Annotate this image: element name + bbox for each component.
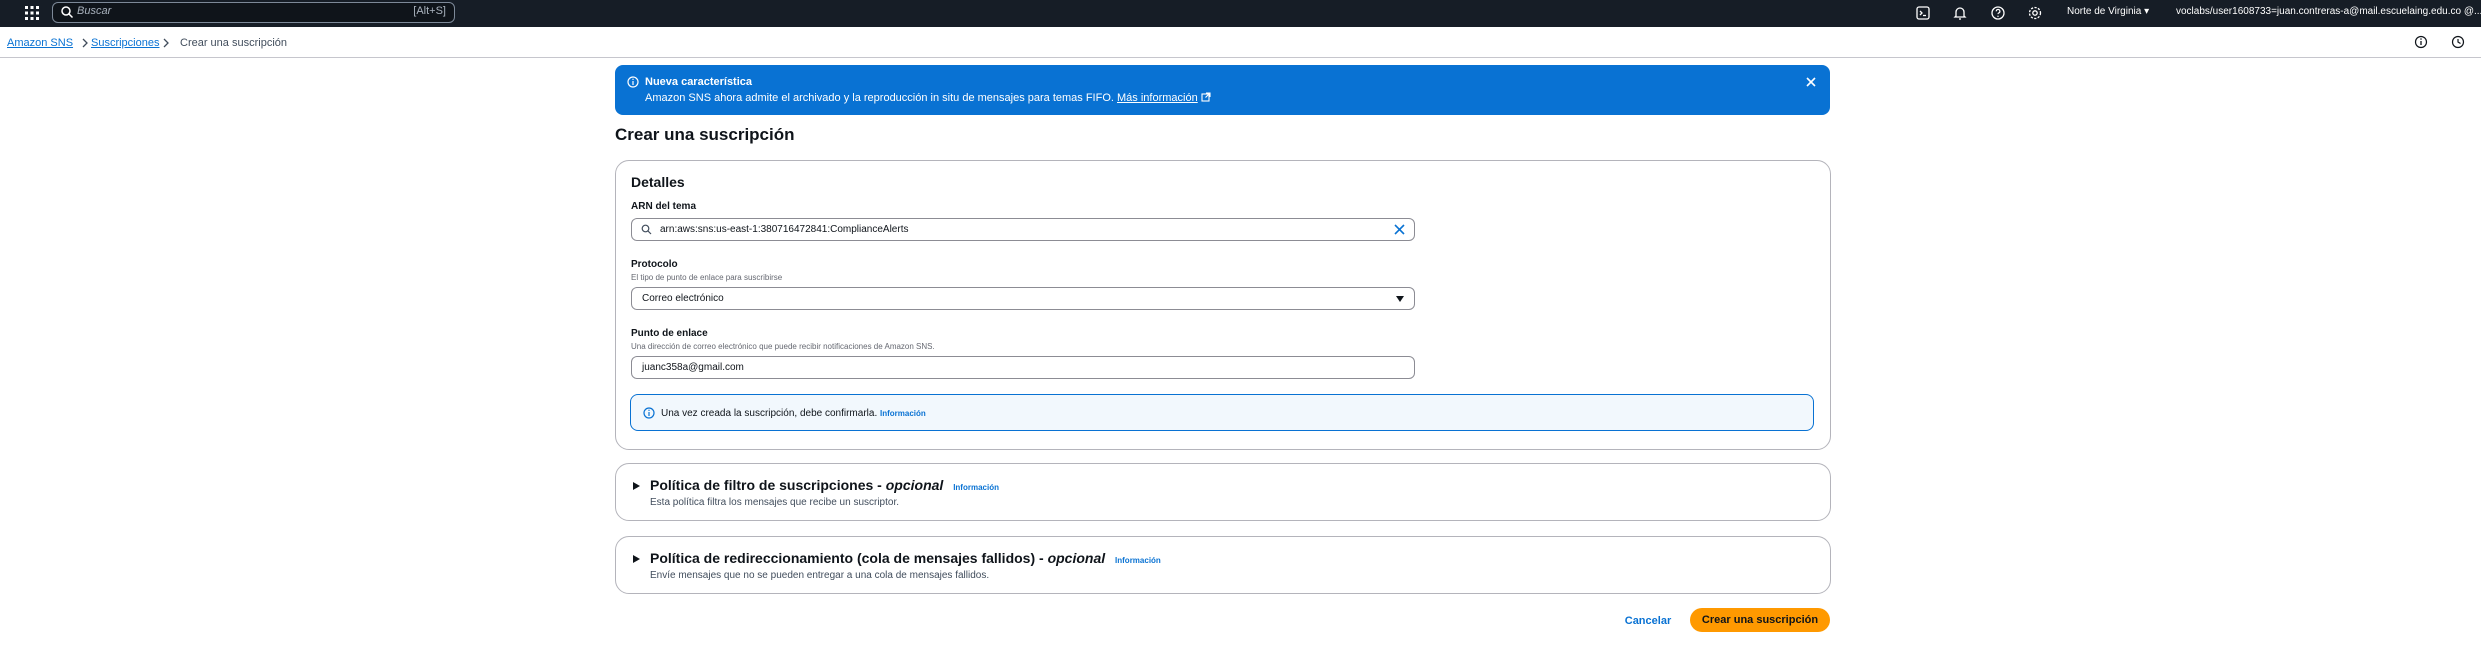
redrive-policy-optional: opcional: [1047, 550, 1106, 566]
redrive-policy-title: Política de redireccionamiento (cola de …: [650, 550, 1161, 566]
search-placeholder: Buscar: [77, 5, 112, 17]
filter-policy-info-link[interactable]: Información: [953, 483, 999, 492]
help-icon[interactable]: [1989, 4, 2007, 22]
breadcrumb-amazon-sns[interactable]: Amazon SNS: [7, 37, 73, 49]
protocol-selected-value: Correo electrónico: [642, 293, 724, 304]
global-search-input[interactable]: Buscar [Alt+S]: [52, 2, 455, 23]
topic-arn-value: arn:aws:sns:us-east-1:380716472841:Compl…: [660, 224, 909, 235]
filter-policy-title: Política de filtro de suscripciones - op…: [650, 477, 999, 493]
redrive-policy-description: Envíe mensajes que no se pueden entregar…: [650, 570, 990, 581]
filter-policy-description: Esta política filtra los mensajes que re…: [650, 497, 900, 508]
flash-more-info-link[interactable]: Más información: [1117, 92, 1198, 104]
breadcrumb-suscripciones[interactable]: Suscripciones: [91, 37, 159, 49]
cancel-button[interactable]: Cancelar: [1620, 610, 1676, 632]
app-grid-icon[interactable]: [24, 5, 40, 21]
confirmation-note: Una vez creada la suscripción, debe conf…: [661, 408, 926, 419]
cloudshell-icon[interactable]: [1914, 4, 1932, 22]
search-icon: [61, 6, 74, 19]
recent-history-icon[interactable]: [2451, 35, 2465, 49]
info-panel-icon[interactable]: [2414, 35, 2428, 49]
endpoint-value: juanc358a@gmail.com: [642, 362, 744, 373]
clear-icon[interactable]: [1394, 224, 1405, 235]
redrive-policy-info-link[interactable]: Información: [1115, 556, 1161, 565]
search-icon: [641, 224, 652, 235]
flash-title: Nueva característica: [645, 76, 753, 88]
info-icon: [643, 407, 655, 419]
chevron-right-icon: [82, 38, 88, 48]
confirmation-info-alert: Una vez creada la suscripción, debe conf…: [630, 394, 1814, 431]
caret-right-icon[interactable]: [632, 481, 641, 491]
flash-message: Amazon SNS ahora admite el archivado y l…: [645, 92, 1211, 104]
account-menu[interactable]: voclabs/user1608733=juan.contreras-a@mai…: [2176, 6, 2481, 17]
settings-gear-icon[interactable]: [2026, 4, 2044, 22]
endpoint-input[interactable]: juanc358a@gmail.com: [631, 356, 1415, 379]
redrive-policy-title-text: Política de redireccionamiento (cola de …: [650, 550, 1048, 566]
info-icon: [627, 76, 639, 88]
topic-arn-field[interactable]: arn:aws:sns:us-east-1:380716472841:Compl…: [631, 218, 1415, 241]
confirmation-note-text: Una vez creada la suscripción, debe conf…: [661, 408, 878, 419]
details-title: Detalles: [631, 174, 685, 190]
filter-policy-optional: opcional: [885, 477, 944, 493]
top-navigation-bar: Buscar [Alt+S] Norte de Virginia ▾ vocla…: [0, 0, 2481, 27]
protocol-label: Protocolo: [631, 259, 678, 270]
close-icon[interactable]: [1805, 76, 1817, 88]
new-feature-flashbar: Nueva característica Amazon SNS ahora ad…: [615, 65, 1830, 115]
endpoint-label: Punto de enlace: [631, 328, 708, 339]
external-link-icon: [1201, 92, 1211, 102]
protocol-select[interactable]: Correo electrónico: [631, 287, 1415, 310]
filter-policy-title-text: Política de filtro de suscripciones -: [650, 477, 886, 493]
search-shortcut: [Alt+S]: [413, 5, 446, 17]
create-subscription-button[interactable]: Crear una suscripción: [1690, 608, 1830, 632]
confirmation-info-link[interactable]: Información: [880, 409, 926, 418]
breadcrumb-bar: [0, 27, 2481, 58]
caret-right-icon[interactable]: [632, 554, 641, 564]
caret-down-icon: [1396, 296, 1404, 302]
endpoint-description: Una dirección de correo electrónico que …: [631, 342, 935, 351]
breadcrumb-current: Crear una suscripción: [180, 37, 287, 49]
protocol-description: El tipo de punto de enlace para suscribi…: [631, 273, 783, 282]
flash-message-text: Amazon SNS ahora admite el archivado y l…: [645, 92, 1114, 104]
chevron-right-icon: [163, 38, 169, 48]
region-selector[interactable]: Norte de Virginia ▾: [2067, 6, 2149, 17]
page-title: Crear una suscripción: [615, 125, 795, 144]
notifications-bell-icon[interactable]: [1951, 4, 1969, 22]
topic-arn-label: ARN del tema: [631, 201, 697, 212]
